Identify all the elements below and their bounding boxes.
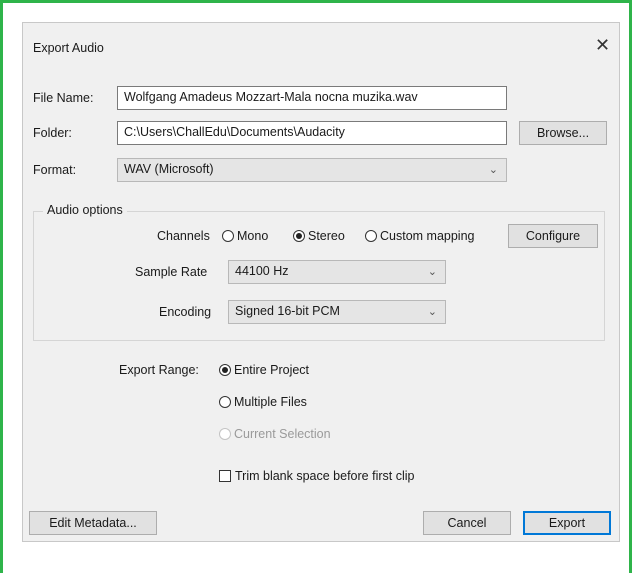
- encoding-label: Encoding: [159, 305, 212, 319]
- mono-label: Mono: [237, 229, 269, 243]
- radio-multiple-files[interactable]: [219, 396, 231, 408]
- radio-stereo[interactable]: [293, 230, 305, 242]
- close-icon[interactable]: ✕: [595, 36, 610, 54]
- format-select-value: WAV (Microsoft): [124, 162, 214, 176]
- format-label: Format:: [33, 163, 77, 177]
- entire-project-label: Entire Project: [234, 363, 310, 377]
- dialog-title: Export Audio: [33, 41, 104, 55]
- trim-label: Trim blank space before first clip: [235, 469, 415, 483]
- audio-options-title: Audio options: [43, 203, 127, 217]
- encoding-value: Signed 16-bit PCM: [235, 304, 340, 318]
- folder-label: Folder:: [33, 126, 72, 140]
- trim-blank-space-option[interactable]: Trim blank space before first clip: [219, 469, 414, 483]
- trim-checkbox[interactable]: [219, 470, 231, 482]
- channels-label: Channels: [157, 229, 210, 243]
- multiple-files-label: Multiple Files: [234, 395, 307, 409]
- format-select[interactable]: WAV (Microsoft) ⌄: [117, 158, 507, 182]
- chevron-down-icon: ⌄: [427, 266, 437, 278]
- configure-button[interactable]: Configure: [508, 224, 598, 248]
- export-button[interactable]: Export: [523, 511, 611, 535]
- file-name-input[interactable]: Wolfgang Amadeus Mozzart-Mala nocna muzi…: [117, 86, 507, 110]
- range-option-entire-project[interactable]: Entire Project: [219, 363, 309, 377]
- channel-option-custom-mapping[interactable]: Custom mapping: [365, 229, 475, 243]
- folder-input[interactable]: C:\Users\ChallEdu\Documents\Audacity: [117, 121, 507, 145]
- sample-rate-value: 44100 Hz: [235, 264, 289, 278]
- sample-rate-label: Sample Rate: [135, 265, 208, 279]
- chevron-down-icon: ⌄: [488, 164, 498, 176]
- radio-current-selection: [219, 428, 231, 440]
- chevron-down-icon: ⌄: [427, 306, 437, 318]
- sample-rate-select[interactable]: 44100 Hz ⌄: [228, 260, 446, 284]
- edit-metadata-button[interactable]: Edit Metadata...: [29, 511, 157, 535]
- browse-button[interactable]: Browse...: [519, 121, 607, 145]
- range-option-current-selection: Current Selection: [219, 427, 331, 441]
- radio-custom-mapping[interactable]: [365, 230, 377, 242]
- file-name-label: File Name:: [33, 91, 94, 105]
- encoding-select[interactable]: Signed 16-bit PCM ⌄: [228, 300, 446, 324]
- current-selection-label: Current Selection: [234, 427, 331, 441]
- stereo-label: Stereo: [308, 229, 345, 243]
- export-range-label: Export Range:: [119, 363, 199, 377]
- channel-option-mono[interactable]: Mono: [222, 229, 268, 243]
- cancel-button[interactable]: Cancel: [423, 511, 511, 535]
- range-option-multiple-files[interactable]: Multiple Files: [219, 395, 307, 409]
- radio-entire-project[interactable]: [219, 364, 231, 376]
- radio-mono[interactable]: [222, 230, 234, 242]
- channel-option-stereo[interactable]: Stereo: [293, 229, 345, 243]
- export-audio-dialog: Export Audio ✕ File Name: Wolfgang Amade…: [22, 22, 620, 542]
- custom-mapping-label: Custom mapping: [380, 229, 475, 243]
